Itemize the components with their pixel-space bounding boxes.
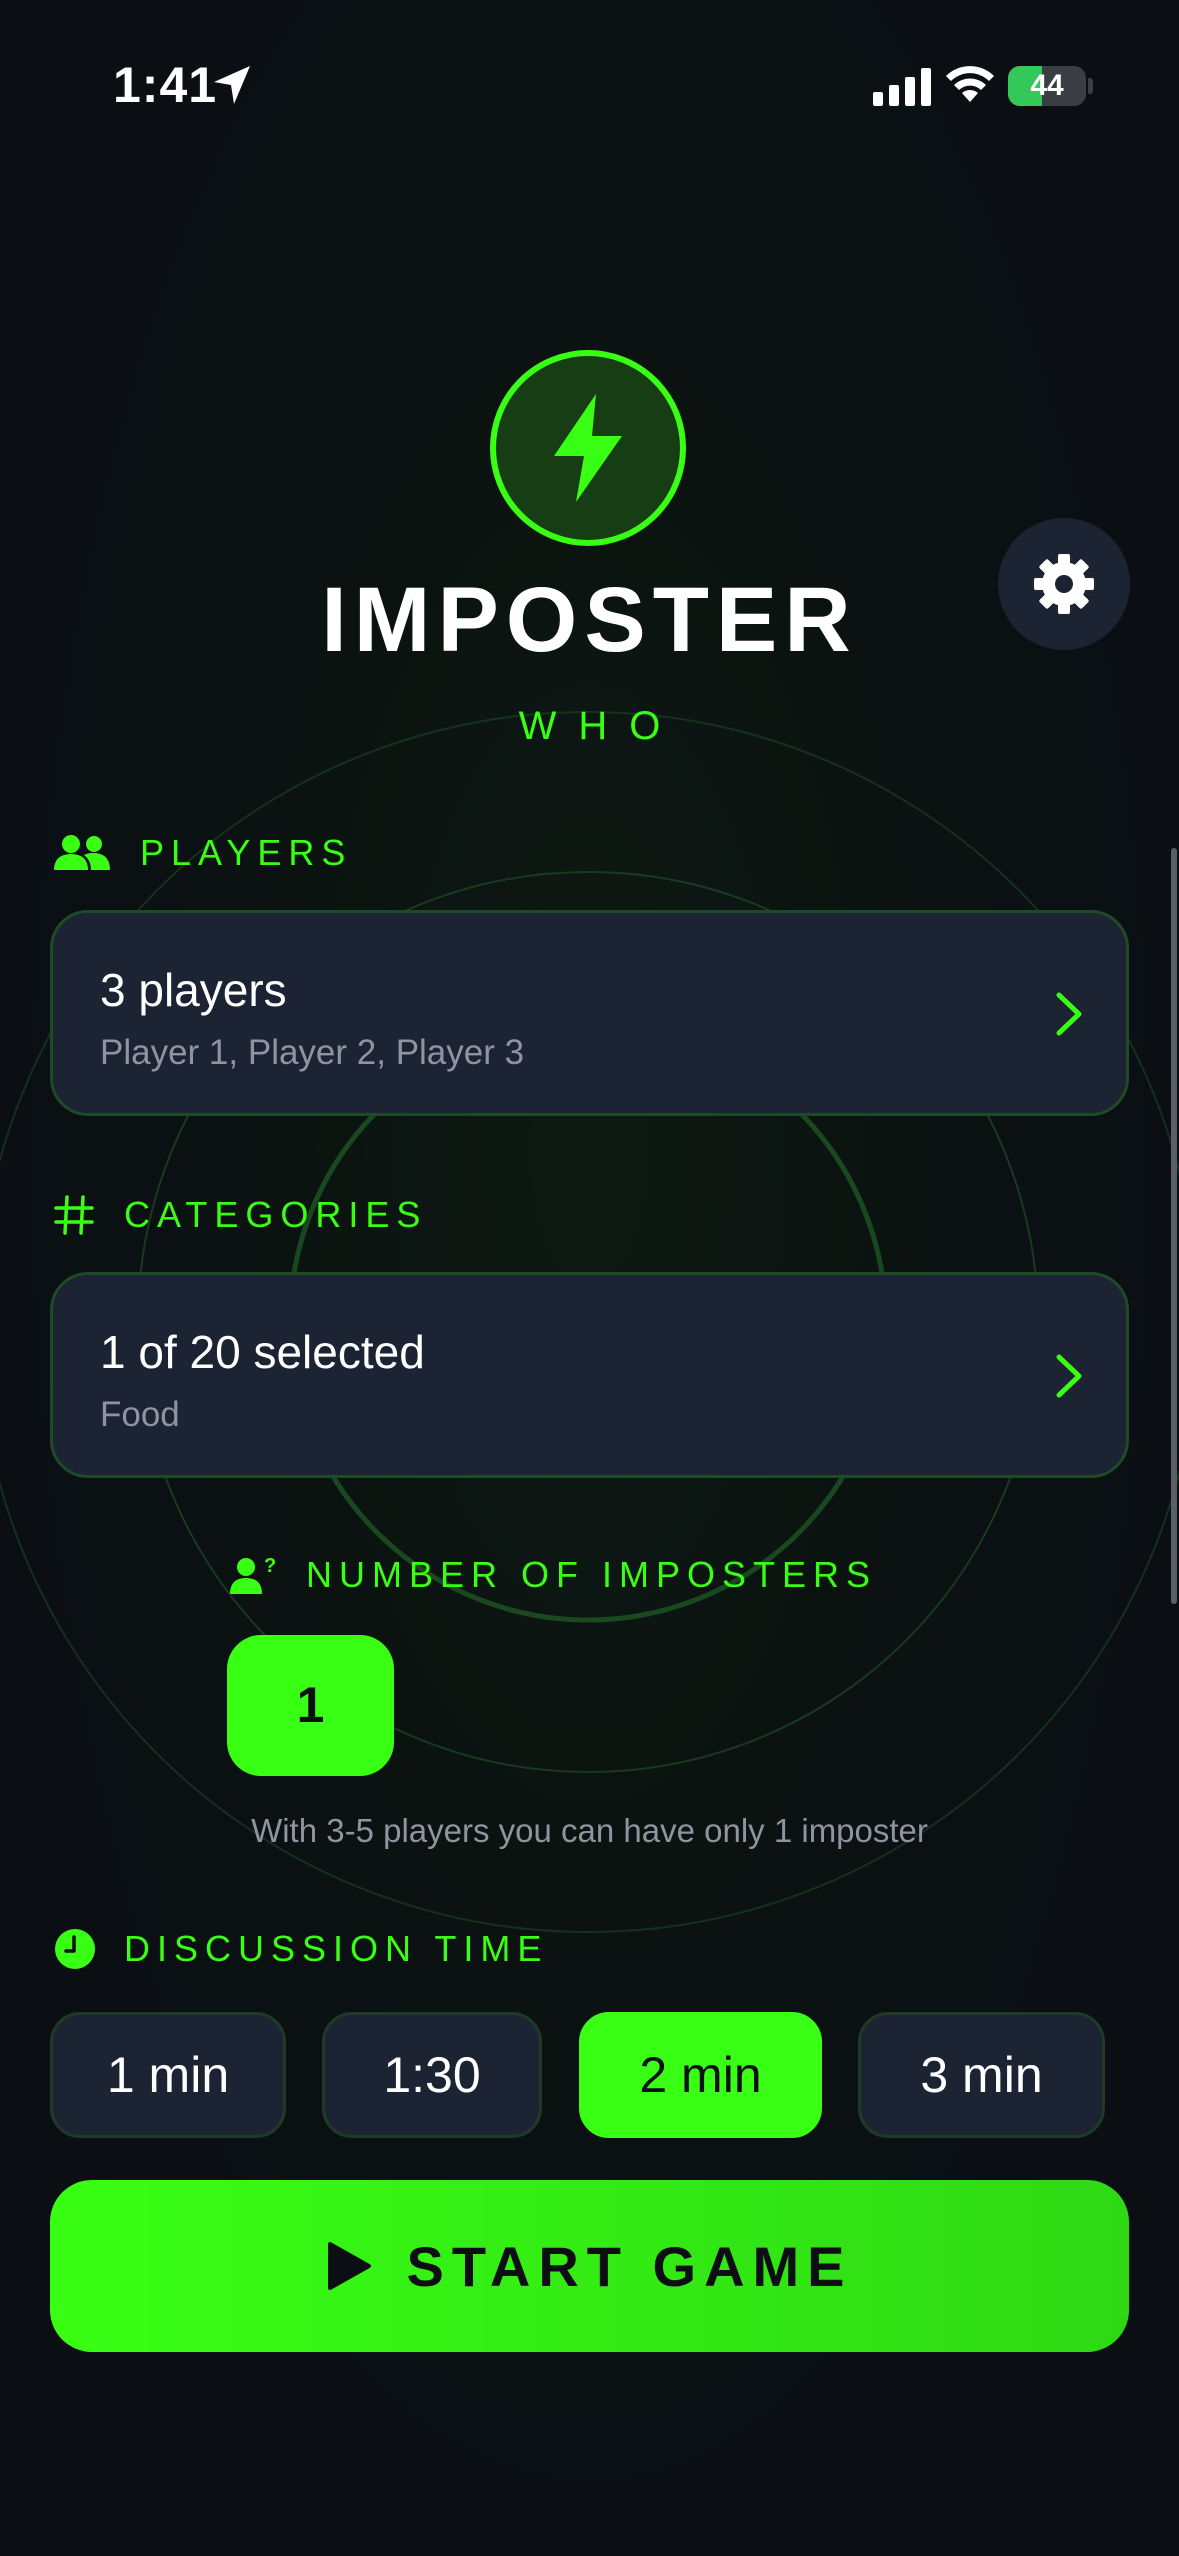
signal-bars-icon	[873, 68, 931, 106]
wifi-icon	[946, 66, 994, 102]
hashtag-icon	[54, 1195, 94, 1235]
players-label: PLAYERS	[140, 832, 353, 873]
categories-section-label: CATEGORIES	[54, 1194, 427, 1236]
status-bar: 1:41 44	[0, 0, 1179, 170]
battery-cap	[1088, 78, 1093, 94]
start-game-button[interactable]: START GAME	[50, 2180, 1129, 2352]
settings-button[interactable]	[998, 518, 1130, 650]
time-option-1-30[interactable]: 1:30	[322, 2012, 542, 2138]
categories-count: 1 of 20 selected	[100, 1326, 425, 1378]
time-option-3-min[interactable]: 3 min	[858, 2012, 1105, 2138]
imposters-label: NUMBER OF IMPOSTERS	[306, 1554, 878, 1595]
app-subtitle: WHO	[518, 704, 683, 748]
categories-label: CATEGORIES	[124, 1194, 428, 1235]
imposters-hint: With 3-5 players you can have only 1 imp…	[251, 1812, 928, 1849]
discussion-section-label: DISCUSSION TIME	[54, 1928, 548, 1970]
start-game-label: START GAME	[406, 2234, 853, 2298]
discussion-label: DISCUSSION TIME	[124, 1928, 549, 1969]
battery-level: 44	[1030, 69, 1064, 102]
status-time: 1:41	[113, 57, 218, 113]
players-section-label: PLAYERS	[54, 832, 352, 874]
svg-text:?: ?	[264, 1555, 276, 1577]
time-option-2-min[interactable]: 2 min	[579, 2012, 822, 2138]
person-question-icon: ?	[230, 1555, 276, 1594]
time-option-1-min[interactable]: 1 min	[50, 2012, 286, 2138]
location-arrow-icon	[214, 66, 250, 104]
scrollbar[interactable]	[1171, 848, 1177, 1604]
lightning-bolt-icon	[554, 394, 622, 502]
people-icon	[54, 835, 110, 870]
imposter-count-option[interactable]: 1	[227, 1635, 394, 1776]
imposters-section-label: ? NUMBER OF IMPOSTERS	[230, 1554, 877, 1596]
categories-selected: Food	[100, 1395, 180, 1434]
app-logo	[490, 350, 686, 546]
play-icon	[328, 2242, 372, 2290]
battery-indicator: 44	[1008, 66, 1086, 106]
categories-card[interactable]: 1 of 20 selected Food	[50, 1272, 1129, 1478]
chevron-right-icon	[1056, 1354, 1082, 1398]
players-count: 3 players	[100, 964, 287, 1016]
gear-icon	[1034, 554, 1094, 614]
chevron-right-icon	[1056, 992, 1082, 1036]
players-card[interactable]: 3 players Player 1, Player 2, Player 3	[50, 910, 1129, 1116]
players-names: Player 1, Player 2, Player 3	[100, 1033, 525, 1072]
clock-icon	[55, 1929, 95, 1969]
